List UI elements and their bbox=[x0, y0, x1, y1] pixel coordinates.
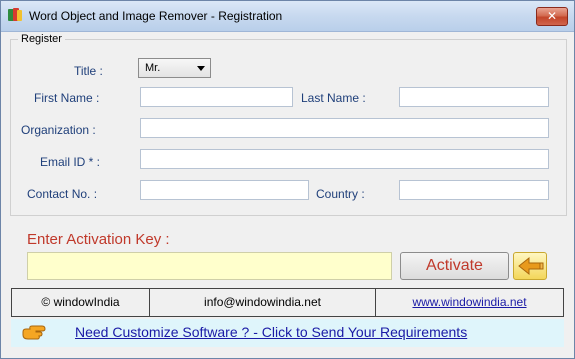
email-field[interactable] bbox=[140, 149, 549, 169]
window-title: Word Object and Image Remover - Registra… bbox=[29, 9, 283, 23]
website-link[interactable]: www.windowindia.net bbox=[376, 289, 563, 316]
footer-bar: © windowIndia info@windowindia.net www.w… bbox=[11, 288, 564, 317]
back-arrow-icon bbox=[518, 256, 544, 276]
country-label: Country : bbox=[316, 187, 365, 201]
registration-window: Word Object and Image Remover - Registra… bbox=[0, 0, 575, 359]
app-icon bbox=[8, 8, 22, 21]
customize-software-link[interactable]: Need Customize Software ? - Click to Sen… bbox=[75, 324, 467, 340]
contact-email-text: info@windowindia.net bbox=[204, 295, 321, 309]
title-select[interactable]: Mr. bbox=[138, 58, 211, 78]
contact-field[interactable] bbox=[140, 180, 309, 200]
last-name-field[interactable] bbox=[399, 87, 549, 107]
pointing-hand-icon bbox=[22, 325, 46, 340]
customize-banner: Need Customize Software ? - Click to Sen… bbox=[11, 319, 564, 347]
first-name-label: First Name : bbox=[34, 91, 100, 105]
first-name-field[interactable] bbox=[140, 87, 293, 107]
email-label: Email ID * : bbox=[40, 155, 101, 169]
title-label: Title : bbox=[74, 64, 103, 78]
organization-label: Organization : bbox=[21, 123, 96, 137]
close-button[interactable]: ✕ bbox=[536, 7, 568, 26]
activation-key-field[interactable] bbox=[27, 252, 392, 280]
register-legend: Register bbox=[18, 33, 65, 45]
back-button[interactable] bbox=[513, 252, 547, 280]
copyright-text: © windowIndia bbox=[41, 295, 120, 309]
organization-field[interactable] bbox=[140, 118, 549, 138]
contact-label: Contact No. : bbox=[27, 187, 98, 201]
activation-key-label: Enter Activation Key : bbox=[27, 231, 170, 248]
last-name-label: Last Name : bbox=[301, 91, 366, 105]
chevron-down-icon bbox=[197, 66, 205, 71]
title-bar[interactable]: Word Object and Image Remover - Registra… bbox=[1, 1, 574, 32]
activate-button[interactable]: Activate bbox=[400, 252, 509, 280]
country-field[interactable] bbox=[399, 180, 549, 200]
close-icon: ✕ bbox=[546, 9, 558, 23]
title-select-value: Mr. bbox=[145, 62, 161, 74]
